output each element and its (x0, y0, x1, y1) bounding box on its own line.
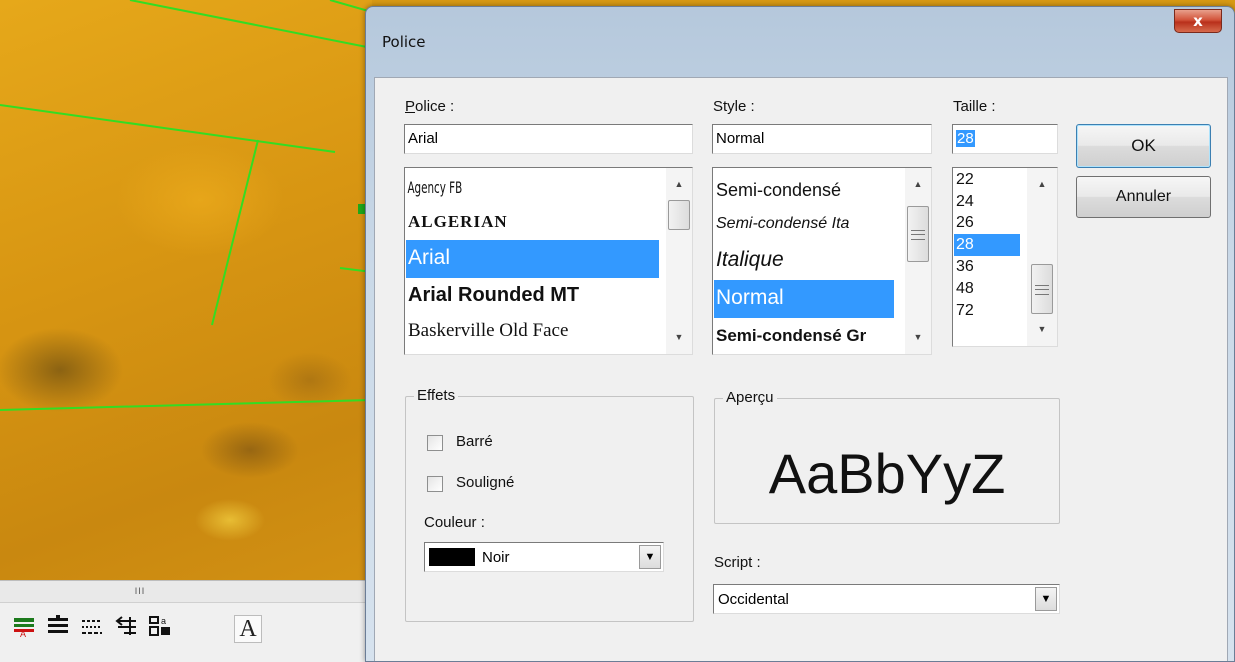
scrollbar-grip[interactable]: III (110, 586, 170, 598)
svg-text:A: A (20, 629, 26, 637)
layer-color-icon[interactable]: A (12, 615, 40, 643)
size-input-value: 28 (956, 130, 975, 147)
scroll-thumb[interactable] (907, 206, 929, 262)
size-input[interactable]: 28 (952, 124, 1058, 154)
font-label-text: olice : (415, 98, 455, 115)
scroll-down-icon[interactable]: ▼ (905, 329, 931, 346)
list-item[interactable]: Agency FB (406, 172, 585, 206)
style-list[interactable]: Semi-condensé Semi-condensé Ita Italique… (712, 167, 932, 355)
strike-label[interactable]: Barré (456, 433, 493, 450)
script-select[interactable]: Occidental ▼ (713, 584, 1060, 614)
chevron-down-icon[interactable]: ▼ (639, 545, 661, 569)
scroll-up-icon[interactable]: ▲ (666, 176, 692, 193)
close-button[interactable]: x (1174, 9, 1222, 33)
list-item-selected[interactable]: Normal (714, 280, 894, 318)
preview-legend: Aperçu (723, 389, 777, 406)
style-list-scrollbar[interactable]: ▲ ▼ (905, 168, 931, 354)
scroll-down-icon[interactable]: ▼ (666, 329, 692, 346)
scroll-up-icon[interactable]: ▲ (905, 176, 931, 193)
scroll-up-icon[interactable]: ▲ (1027, 176, 1057, 193)
cancel-button[interactable]: Annuler (1076, 176, 1211, 218)
list-item[interactable]: Arial Rounded MT (406, 278, 655, 314)
font-icon-glyph: A (239, 615, 257, 642)
preview-group: Aperçu AaBbYyZ (714, 389, 1060, 524)
scroll-down-icon[interactable]: ▼ (1027, 321, 1057, 338)
map-view[interactable]: III A a A (0, 0, 372, 662)
list-item[interactable]: ALGERIAN (406, 206, 655, 240)
arrow-lines-icon[interactable] (114, 615, 142, 643)
preview-text: AaBbYyZ (768, 442, 1006, 505)
style-label: Style : (713, 98, 755, 115)
size-list-scrollbar[interactable]: ▲ ▼ (1027, 168, 1057, 346)
dialog-titlebar[interactable]: Police x (366, 7, 1234, 79)
list-item[interactable]: 24 (954, 192, 1020, 212)
color-value: Noir (482, 549, 510, 566)
effects-legend: Effets (414, 387, 459, 404)
list-item-selected[interactable]: Arial (406, 240, 659, 278)
dialog-title: Police (382, 33, 426, 51)
size-label-text: Taille : (953, 98, 996, 115)
font-icon[interactable]: A (234, 615, 262, 643)
close-icon: x (1193, 12, 1203, 30)
script-value: Occidental (718, 591, 789, 608)
map-toolbar: A a A (0, 602, 372, 662)
ok-button[interactable]: OK (1076, 124, 1211, 168)
script-label: Script : (714, 554, 761, 571)
list-item[interactable]: 48 (954, 278, 1020, 300)
align-lines-icon[interactable] (46, 615, 74, 643)
font-dialog: Police x Police : Arial Agency FB ALGERI… (365, 6, 1235, 662)
font-list[interactable]: Agency FB ALGERIAN Arial Arial Rounded M… (404, 167, 693, 355)
list-item[interactable]: Semi-condensé Gr (714, 318, 898, 354)
font-name-input[interactable]: Arial (404, 124, 693, 154)
map-horizontal-scrollbar[interactable]: III (0, 580, 372, 602)
list-item[interactable]: 22 (954, 170, 1020, 192)
map-lines (0, 0, 372, 411)
list-item[interactable]: Semi-condensé Ita (714, 208, 898, 242)
list-item[interactable]: 36 (954, 256, 1020, 278)
dashed-lines-icon[interactable] (80, 615, 108, 643)
dialog-client: Police : Arial Agency FB ALGERIAN Arial … (374, 77, 1228, 661)
style-input[interactable]: Normal (712, 124, 932, 154)
color-select[interactable]: Noir ▼ (424, 542, 664, 572)
scroll-thumb[interactable] (668, 200, 690, 230)
color-swatch (429, 548, 475, 566)
list-item[interactable]: Semi-condensé (714, 172, 898, 208)
grid-label-icon[interactable]: a (148, 615, 176, 643)
chevron-down-icon[interactable]: ▼ (1035, 587, 1057, 611)
font-label: Police : (405, 98, 455, 115)
svg-text:a: a (161, 616, 166, 626)
scroll-thumb[interactable] (1031, 264, 1053, 314)
list-item[interactable]: Italique (714, 242, 898, 280)
underline-label[interactable]: Souligné (456, 474, 514, 491)
style-label-text: Style : (713, 98, 755, 115)
strike-checkbox[interactable] (427, 435, 443, 451)
list-item[interactable]: 72 (954, 300, 1020, 322)
color-label: Couleur : (424, 514, 485, 531)
list-item[interactable]: Baskerville Old Face (406, 314, 655, 348)
list-item[interactable]: 26 (954, 212, 1020, 234)
effects-group: Effets Barré Souligné Couleur : Noir ▼ (405, 387, 694, 622)
list-item-selected[interactable]: 28 (954, 234, 1020, 256)
size-list[interactable]: 22 24 26 28 36 48 72 ▲ ▼ (952, 167, 1058, 347)
font-list-scrollbar[interactable]: ▲ ▼ (666, 168, 692, 354)
size-label: Taille : (953, 98, 996, 115)
underline-checkbox[interactable] (427, 476, 443, 492)
